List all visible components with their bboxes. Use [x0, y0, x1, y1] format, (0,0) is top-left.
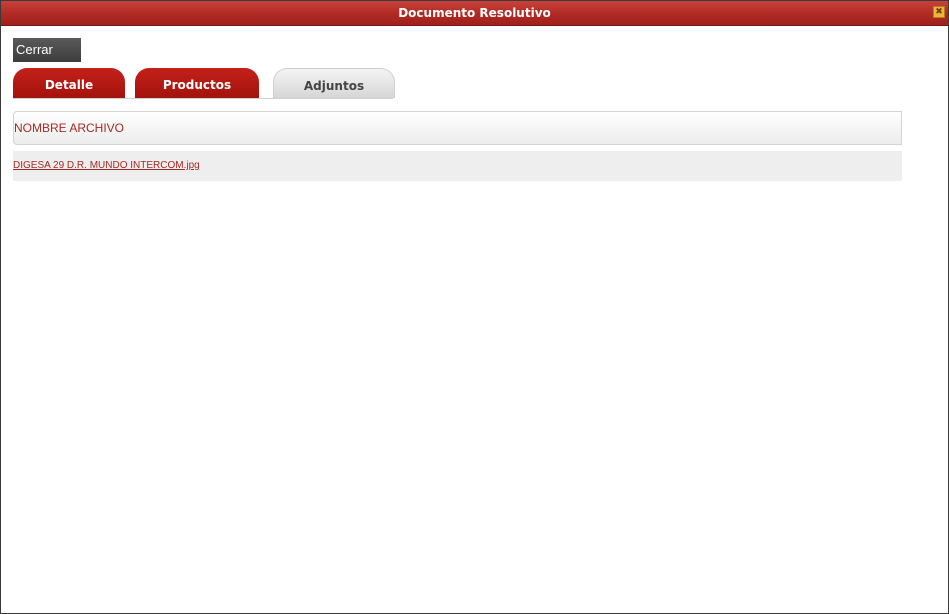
title-bar: Documento Resolutivo ✖ [1, 1, 948, 26]
column-header-nombre-archivo: NOMBRE ARCHIVO [14, 121, 125, 135]
tab-adjuntos[interactable]: Adjuntos [273, 68, 395, 98]
tab-productos[interactable]: Productos [135, 68, 259, 98]
close-icon[interactable]: ✖ [933, 6, 945, 18]
dialog-window: Documento Resolutivo ✖ Cerrar Detalle Pr… [0, 0, 949, 614]
table-row: DIGESA 29 D.R. MUNDO INTERCOM.jpg [13, 151, 902, 181]
tab-bar: Detalle Productos Adjuntos [13, 68, 413, 99]
tab-detalle[interactable]: Detalle [13, 68, 125, 98]
close-button[interactable]: Cerrar [13, 38, 81, 62]
grid-header: NOMBRE ARCHIVO [13, 111, 902, 145]
dialog-title: Documento Resolutivo [398, 6, 551, 20]
tab-underline [13, 98, 393, 99]
file-link[interactable]: DIGESA 29 D.R. MUNDO INTERCOM.jpg [13, 151, 200, 181]
